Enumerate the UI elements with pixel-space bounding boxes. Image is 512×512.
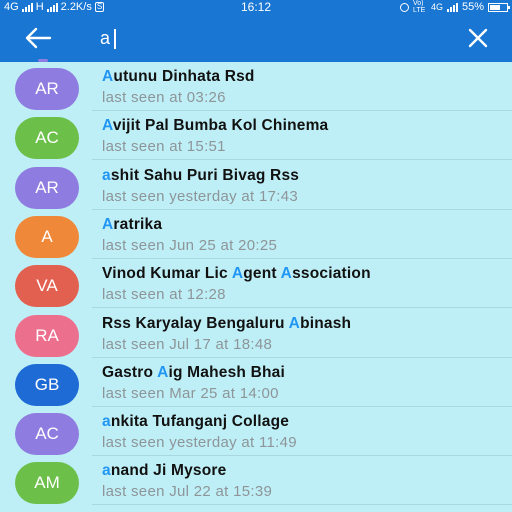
contact-row[interactable]: AR ashit Sahu Puri Bivag Rss last seen yes…	[0, 161, 512, 210]
divider	[92, 504, 512, 506]
match-highlight: A	[102, 68, 114, 85]
last-seen: last seen Jul 22 at 15:39	[102, 483, 273, 501]
match-highlight: A	[288, 314, 301, 332]
last-seen: last seen yesterday at 11:49	[102, 434, 297, 452]
contact-row[interactable]: AM anand Ji Mysore last seen Jul 22 at 15:…	[0, 456, 512, 506]
last-seen: last seen Jul 17 at 18:48	[102, 335, 273, 353]
match-highlight: a	[102, 166, 111, 184]
contact-row[interactable]: VA Vinod Kumar Lic Agent Association last …	[0, 259, 512, 309]
name-text: nand Ji Mysore	[110, 462, 227, 480]
contact-name: Rss Karyalay Bengaluru Abinash	[102, 315, 351, 333]
last-seen: last seen at 12:28	[102, 286, 226, 304]
contact-name: ashit Sahu Puri Bivag Rss	[102, 167, 299, 185]
match-highlight: a	[102, 462, 111, 480]
last-seen: last seen at 15:51	[102, 138, 226, 156]
search-input[interactable]	[100, 24, 430, 52]
contact-name: Vinod Kumar Lic Agent Association	[102, 265, 371, 283]
match-highlight: A	[231, 265, 244, 283]
contact-name: ankita Tufanganj Collage	[102, 413, 289, 431]
avatar: RA	[15, 314, 79, 357]
contact-name: Gastro Aig Mahesh Bhai	[102, 364, 285, 382]
match-highlight: A	[157, 363, 169, 381]
name-text: ratrika	[113, 215, 163, 233]
contact-name: Aratrika	[102, 216, 162, 234]
contact-name: anand Ji Mysore	[102, 462, 226, 480]
arrow-left-icon	[25, 27, 52, 49]
battery-percent: 55%	[461, 1, 484, 13]
contact-name: Avijit Pal Bumba Kol Chinema	[102, 117, 328, 135]
contact-name: Autunu Dinhata Rsd	[102, 68, 255, 86]
volte-label: Vo) LTE	[412, 0, 426, 14]
avatar: AC	[15, 117, 79, 160]
avatar: AM	[15, 462, 79, 505]
last-seen: last seen at 03:26	[102, 89, 226, 106]
search-toolbar	[0, 14, 512, 62]
signal-icon-3	[446, 2, 458, 12]
close-button[interactable]	[466, 26, 490, 50]
avatar: A	[15, 215, 79, 258]
last-seen: last seen Jun 25 at 20:25	[102, 236, 278, 254]
back-button[interactable]	[22, 24, 54, 52]
name-text: binash	[300, 314, 352, 332]
status-bar: 4G H 2.2K/s S 16:12 Vo) LTE 4G 55%	[0, 0, 512, 14]
status-right: Vo) LTE 4G 55%	[399, 0, 510, 14]
name-text: utunu Dinhata Rsd	[113, 68, 255, 85]
contact-row[interactable]: A Aratrika last seen Jun 25 at 20:25	[0, 210, 512, 259]
battery-icon	[488, 2, 510, 12]
name-text: Vinod Kumar Lic	[102, 265, 232, 283]
name-text: gent	[243, 265, 281, 283]
contact-row[interactable]: AC Avijit Pal Bumba Kol Chinema last seen …	[0, 111, 512, 161]
name-text: Gastro	[102, 363, 158, 381]
avatar: AR	[15, 68, 79, 110]
match-highlight: A	[280, 265, 293, 283]
avatar: AC	[15, 413, 79, 456]
contact-row[interactable]: RA Rss Karyalay Bengaluru Abinash last see…	[0, 309, 512, 358]
avatar: VA	[15, 265, 79, 308]
match-highlight: a	[102, 413, 111, 431]
text-cursor	[114, 29, 116, 49]
contact-row[interactable]: GB Gastro Aig Mahesh Bhai last seen Mar 25…	[0, 358, 512, 407]
contact-row[interactable]: AC ankita Tufanganj Collage last seen yest…	[0, 407, 512, 457]
name-text: vijit Pal Bumba Kol Chinema	[112, 117, 329, 135]
last-seen: last seen Mar 25 at 14:00	[102, 384, 279, 402]
last-seen: last seen yesterday at 17:43	[102, 187, 299, 205]
close-icon	[468, 28, 488, 48]
name-text: nkita Tufanganj Collage	[110, 413, 290, 431]
name-text: ssociation	[292, 265, 371, 283]
net-4g: 4G	[430, 2, 443, 12]
avatar: AR	[15, 166, 79, 209]
contact-row[interactable]: AR Autunu Dinhata Rsd last seen at 03:26	[0, 62, 512, 111]
avatar: GB	[15, 363, 79, 406]
match-highlight: A	[102, 117, 113, 135]
name-text: ig Mahesh Bhai	[168, 363, 285, 381]
match-highlight: A	[102, 215, 114, 233]
alarm-icon	[399, 2, 409, 12]
name-text: Rss Karyalay Bengaluru	[102, 314, 289, 332]
name-text: shit Sahu Puri Bivag Rss	[110, 166, 300, 184]
